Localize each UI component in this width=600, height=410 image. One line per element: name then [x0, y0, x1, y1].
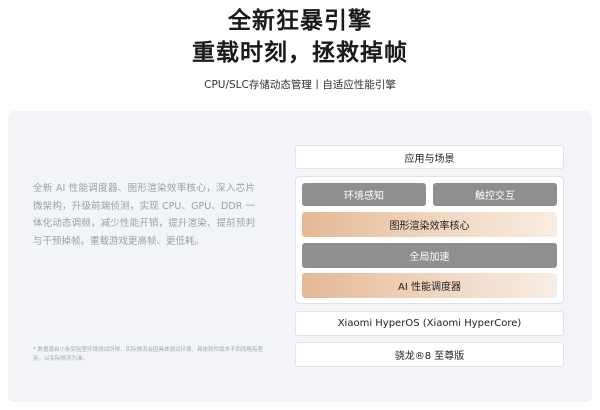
graphics-core-block: 图形渲染效率核心: [302, 212, 557, 237]
headline-line-1: 全新狂暴引擎: [228, 8, 372, 34]
feature-description: 全新 AI 性能调度器、图形渲染效率核心，深入芯片微架构，升级前端侦测，实现 C…: [33, 183, 255, 247]
app-scene-layer: 应用与场景: [295, 145, 564, 169]
env-sense-block: 环境感知: [302, 183, 426, 206]
chip-layer: 骁龙®8 至尊版: [295, 342, 564, 367]
ai-scheduler-block: AI 性能调度器: [302, 273, 557, 298]
global-accel-block: 全局加速: [302, 243, 557, 268]
subtitle: CPU/SLC存储动态管理丨自适应性能引擎: [204, 79, 396, 91]
touch-interaction-block: 触控交互: [433, 183, 557, 206]
hyperos-layer: Xiaomi HyperOS (Xiaomi HyperCore): [295, 311, 564, 336]
footnote: * 数据源自小米实验室环境测试所得，实际情况会因具体测试环境、具体软件版本不同而…: [33, 347, 264, 362]
headline-line-2: 重载时刻，拯救掉帧: [192, 40, 408, 66]
